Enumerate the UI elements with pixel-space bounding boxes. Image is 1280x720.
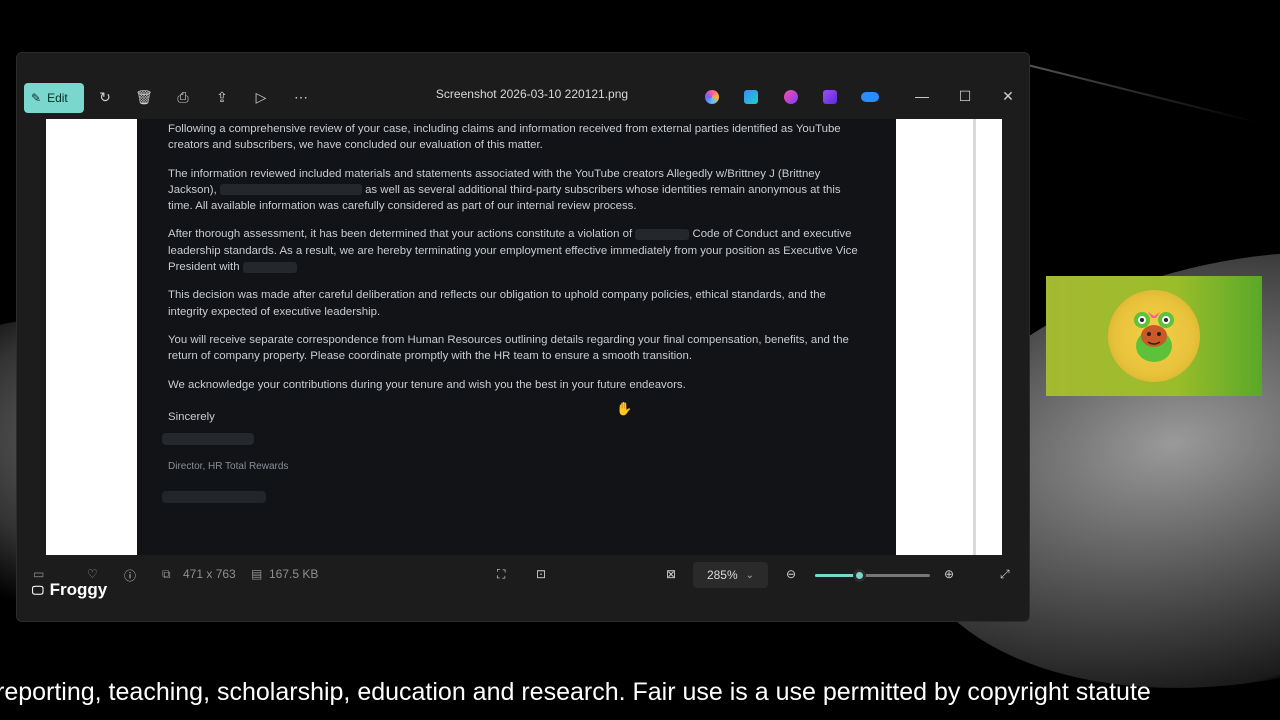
doc-paragraph: Following a comprehensive review of your… (168, 123, 841, 152)
doc-paragraph: After thorough assessment, it has been d… (168, 228, 858, 274)
chevron-down-icon: ⌄ (745, 569, 755, 581)
maximize-button[interactable]: ☐ (955, 86, 975, 106)
edit-button[interactable]: ✎ Edit (24, 83, 84, 113)
zoom-out-icon[interactable]: ⊖ (786, 567, 796, 581)
expand-icon[interactable]: ⤢ (1000, 567, 1010, 582)
filmstrip-icon[interactable]: ▭ (33, 567, 44, 581)
rotate-icon[interactable]: ↻ (96, 88, 114, 106)
image-edge-strip (973, 119, 976, 555)
signoff: Sincerely (168, 410, 215, 423)
info-icon[interactable]: ⓘ (124, 567, 136, 584)
fullscreen-view-icon[interactable]: ⊠ (666, 567, 676, 581)
close-button[interactable]: ✕ (998, 86, 1018, 106)
zoom-in-icon[interactable]: ⊕ (944, 567, 954, 581)
photos-viewer-window: ✎ Edit ↻ 🗑 ⎙ ⇪ ▷ ⋯ Screenshot 2026-03-10… (16, 52, 1030, 622)
streamer-avatar-card (1046, 276, 1262, 396)
designer-icon[interactable] (744, 90, 758, 104)
edit-label: Edit (47, 91, 68, 105)
file-size: 167.5 KB (269, 567, 319, 581)
hand-cursor-icon: ✋ (616, 401, 633, 416)
image-dimensions: 471 x 763 (183, 567, 236, 581)
print-icon[interactable]: ⎙ (174, 88, 192, 106)
onedrive-icon[interactable] (861, 92, 879, 102)
slideshow-icon[interactable]: ▷ (252, 88, 270, 106)
copyright-ticker: reporting, teaching, scholarship, educat… (0, 678, 1151, 706)
status-bar: ▭ ♡ ⓘ ⧉ 471 x 763 ▤ 167.5 KB ⛶ ⊡ ⊠ 285% … (17, 561, 1029, 589)
zoom-level: 285% (706, 568, 738, 582)
redaction (242, 261, 297, 273)
signature-redaction (162, 491, 266, 504)
video-editor-icon[interactable] (823, 90, 837, 104)
redaction (635, 228, 690, 240)
streamer-name: Froggy (49, 580, 108, 599)
file-size-icon: ▤ (251, 567, 263, 581)
light-streak (1023, 62, 1257, 124)
document-image: Following a comprehensive review of your… (137, 119, 896, 555)
delete-icon[interactable]: 🗑 (135, 88, 153, 106)
signature-title: Director, HR Total Rewards (168, 461, 289, 473)
streamer-label: 🖵 Froggy (32, 580, 107, 600)
edit-icon: ✎ (31, 91, 42, 105)
avatar (1108, 290, 1200, 382)
doc-paragraph: This decision was made after careful del… (168, 289, 826, 318)
doc-paragraph: We acknowledge your contributions during… (168, 378, 686, 391)
title-bar: ✎ Edit ↻ 🗑 ⎙ ⇪ ▷ ⋯ Screenshot 2026-03-10… (17, 75, 1029, 119)
dimensions-icon: ⧉ (162, 567, 171, 581)
signature-redaction (162, 433, 254, 446)
zoom-slider[interactable] (815, 569, 930, 582)
fit-to-window-icon[interactable]: ⛶ (497, 567, 505, 582)
favorite-icon[interactable]: ♡ (87, 567, 98, 581)
minimize-button[interactable]: — (912, 86, 932, 106)
doc-paragraph: You will receive separate correspondence… (168, 333, 849, 363)
image-canvas[interactable]: Following a comprehensive review of your… (46, 119, 1002, 555)
frog-mascot-icon (1134, 312, 1174, 362)
zoom-level-dropdown[interactable]: 285% ⌄ (693, 562, 768, 588)
redaction (219, 184, 362, 196)
doc-paragraph: The information reviewed included materi… (168, 167, 841, 213)
copilot-icon[interactable] (705, 90, 719, 104)
share-icon[interactable]: ⇪ (213, 88, 231, 106)
actual-size-icon[interactable]: ⊡ (536, 567, 546, 581)
file-title: Screenshot 2026-03-10 220121.png (435, 87, 629, 101)
more-icon[interactable]: ⋯ (292, 88, 310, 106)
zoom-slider-thumb[interactable] (852, 569, 866, 582)
monitor-icon: 🖵 (32, 582, 44, 597)
clipchamp-icon[interactable] (784, 90, 798, 104)
